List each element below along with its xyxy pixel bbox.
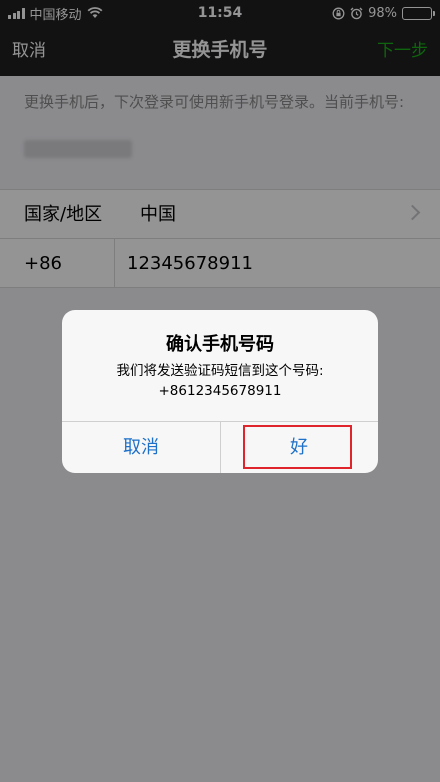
- dialog-cancel-button[interactable]: 取消: [62, 422, 220, 473]
- dialog-title: 确认手机号码: [166, 334, 274, 355]
- dialog-phone-number: +8612345678911: [158, 383, 282, 399]
- dialog-message-line: 我们将发送验证码短信到这个号码:: [116, 363, 324, 379]
- highlight-box: [243, 425, 352, 469]
- confirm-dialog: 确认手机号码 我们将发送验证码短信到这个号码: +8612345678911 取…: [62, 310, 378, 473]
- dialog-message: 我们将发送验证码短信到这个号码: +8612345678911: [72, 361, 368, 401]
